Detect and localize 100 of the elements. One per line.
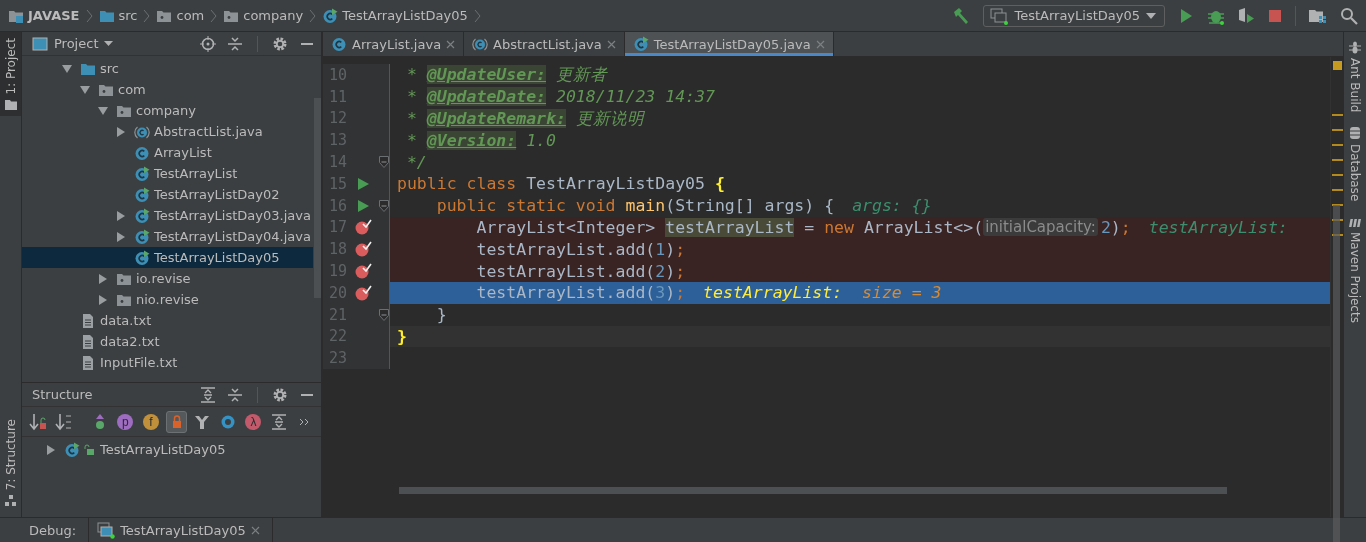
tree-item[interactable]: ArrayList — [22, 142, 313, 163]
collapsed-arrow-icon[interactable] — [116, 210, 126, 221]
breadcrumb-item[interactable]: src — [98, 7, 138, 24]
breakpoint-icon[interactable] — [354, 284, 372, 301]
runnable-class-icon — [134, 207, 150, 224]
tree-item[interactable]: TestArrayListDay02 — [22, 184, 313, 205]
code-text: ArrayList<Integer> testArrayList = new ArrayList<>( — [475, 217, 984, 237]
editor-tab[interactable]: ArrayList.java — [323, 32, 465, 56]
code-text: * @UpdateDate: 2018/11/23 14:37 — [405, 87, 715, 107]
tree-item[interactable]: data2.txt — [22, 331, 313, 352]
search-icon[interactable] — [1340, 6, 1358, 25]
tool-window-tab[interactable]: Database — [1348, 126, 1362, 202]
sort-by-visibility-icon — [29, 412, 48, 431]
run-configuration-dropdown[interactable]: TestArrayListDay05 — [983, 4, 1165, 27]
collapsed-arrow-icon[interactable] — [98, 294, 108, 305]
non-public-toggle[interactable] — [166, 410, 187, 433]
class-icon — [331, 36, 347, 52]
panel-title-dropdown[interactable]: Project — [32, 36, 114, 51]
runnable-class-icon — [134, 249, 150, 266]
editor-tab[interactable]: AbstractList.java — [464, 32, 625, 56]
run-icon[interactable] — [356, 198, 370, 213]
scrollbar[interactable] — [314, 98, 321, 298]
caret-icon — [104, 41, 114, 46]
database-icon — [1348, 126, 1362, 141]
collapsed-arrow-icon[interactable] — [116, 231, 126, 242]
tree-item[interactable]: TestArrayListDay03.java — [22, 205, 313, 226]
settings-icon[interactable] — [272, 35, 288, 52]
tool-window-tab[interactable]: Maven Projects — [1348, 215, 1362, 323]
runnable-class-icon — [632, 36, 649, 52]
tree-item-label: company — [136, 103, 196, 118]
parameter-hint: initialCapacity: — [983, 218, 1098, 237]
tree-item[interactable]: TestArrayListDay04.java — [22, 226, 313, 247]
structure-icon — [4, 495, 17, 507]
breakpoint-icon[interactable] — [354, 219, 372, 236]
stop-icon[interactable] — [1267, 7, 1283, 24]
coverage-icon[interactable] — [1237, 6, 1255, 25]
run-icon[interactable] — [356, 176, 370, 191]
tool-window-tab[interactable]: 1: Project — [0, 32, 21, 116]
code-text: testArrayList.add(3); — [475, 283, 686, 303]
breakpoint-icon[interactable] — [354, 241, 372, 258]
code-text: public class TestArrayListDay05 { — [397, 174, 725, 194]
collapse-all-icon[interactable] — [227, 35, 243, 52]
tree-item[interactable]: data.txt — [22, 310, 313, 331]
fold-icon[interactable] — [379, 156, 389, 169]
close-icon[interactable] — [446, 39, 456, 49]
fold-icon[interactable] — [379, 308, 389, 321]
tree-item-label: TestArrayListDay04.java — [154, 229, 311, 244]
code-text: testArrayList.add(2); — [475, 261, 686, 281]
unlocked-icon — [84, 443, 96, 456]
expanded-arrow-icon[interactable] — [80, 84, 90, 95]
expanded-arrow-icon[interactable] — [98, 105, 108, 116]
runnable-class-icon — [322, 7, 339, 24]
debug-value: testArrayList: — [1148, 217, 1288, 237]
close-icon[interactable] — [250, 525, 260, 535]
tree-item-label: TestArrayListDay05 — [100, 442, 226, 457]
settings-icon[interactable] — [272, 386, 288, 403]
breadcrumb-item[interactable]: JAVASE — [8, 7, 80, 24]
fold-icon[interactable] — [379, 199, 389, 212]
debug-value: testArrayList: size = 3 — [703, 283, 942, 303]
scrollbar[interactable] — [399, 487, 1227, 494]
tree-item-label: TestArrayListDay03.java — [154, 208, 311, 223]
collapsed-arrow-icon[interactable] — [98, 273, 108, 284]
tree-item[interactable]: AbstractList.java — [22, 121, 313, 142]
collapsed-arrow-icon[interactable] — [46, 444, 56, 455]
expanded-arrow-icon[interactable] — [62, 63, 72, 74]
tree-item[interactable]: src — [22, 58, 313, 79]
editor-tab[interactable]: TestArrayListDay05.java — [624, 32, 834, 56]
close-icon[interactable] — [606, 39, 616, 49]
tool-window-tab[interactable]: 7: Structure — [0, 412, 21, 513]
scrollbar[interactable] — [1333, 205, 1340, 542]
expand-all-icon[interactable] — [200, 386, 216, 403]
breakpoint-icon[interactable] — [354, 263, 372, 280]
tree-item-label: com — [118, 82, 146, 97]
breadcrumb-item[interactable]: com — [156, 7, 205, 24]
code-text: */ — [405, 152, 427, 172]
tree-item[interactable]: company — [22, 100, 313, 121]
warning-indicator-icon[interactable] — [1332, 61, 1342, 70]
tree-item[interactable]: InputFile.txt — [22, 352, 313, 373]
tree-item[interactable]: TestArrayListDay05 — [22, 247, 313, 268]
tool-window-tab[interactable]: Ant Build — [1348, 40, 1362, 113]
runnable-class-icon — [134, 186, 150, 203]
chevron-icon — [309, 7, 317, 24]
tree-item[interactable]: TestArrayList — [22, 163, 313, 184]
collapse-all-icon[interactable] — [227, 386, 243, 403]
tree-item[interactable]: nio.revise — [22, 289, 313, 310]
tree-item[interactable]: com — [22, 79, 313, 100]
abstract-class-icon — [472, 36, 489, 52]
runnable-class-icon — [134, 228, 150, 245]
debug-value: args: {} — [852, 196, 932, 216]
expand-all-icon — [270, 412, 289, 431]
breadcrumb-item[interactable]: TestArrayListDay05 — [322, 7, 468, 24]
collapsed-arrow-icon[interactable] — [116, 126, 126, 137]
breadcrumb-item[interactable]: company — [223, 7, 304, 24]
tree-item[interactable]: TestArrayListDay05 — [22, 439, 321, 460]
locate-icon[interactable] — [200, 35, 216, 52]
tree-item[interactable]: io.revise — [22, 268, 313, 289]
tree-item-label: ArrayList — [154, 145, 212, 160]
tree-item-label: TestArrayListDay05 — [154, 250, 280, 265]
debug-session-tab[interactable]: TestArrayListDay05 — [88, 518, 273, 542]
tree-item-label: src — [100, 61, 119, 76]
